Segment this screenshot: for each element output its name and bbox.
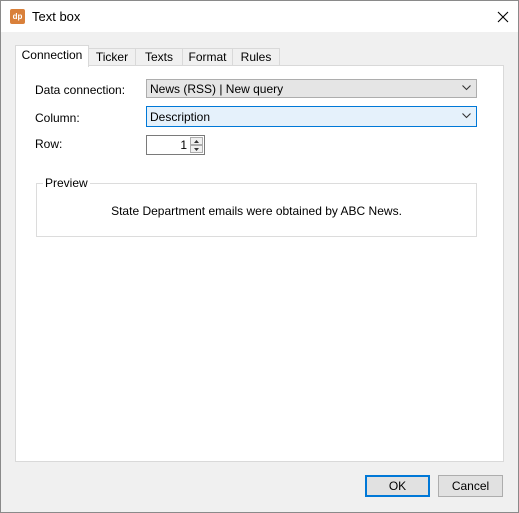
caret-up-icon bbox=[194, 139, 199, 143]
row-stepper[interactable]: 1 bbox=[146, 135, 205, 155]
close-button[interactable] bbox=[488, 1, 518, 32]
caret-down-icon bbox=[194, 147, 199, 151]
data-connection-label: Data connection: bbox=[35, 83, 126, 97]
preview-text: State Department emails were obtained by… bbox=[111, 204, 402, 218]
preview-group: Preview State Department emails were obt… bbox=[36, 176, 477, 237]
tab-format[interactable]: Format bbox=[182, 48, 233, 66]
cancel-button[interactable]: Cancel bbox=[438, 475, 503, 497]
stepper-buttons bbox=[190, 137, 203, 153]
title-bar[interactable]: dp Text box bbox=[1, 1, 518, 32]
data-connection-select[interactable]: News (RSS) | New query bbox=[146, 79, 477, 98]
column-value: Description bbox=[150, 110, 211, 124]
row-value[interactable]: 1 bbox=[180, 138, 187, 152]
column-label: Column: bbox=[35, 111, 80, 125]
column-select[interactable]: Description bbox=[146, 106, 477, 127]
chevron-down-icon bbox=[462, 85, 471, 91]
tab-connection[interactable]: Connection bbox=[15, 45, 89, 67]
tab-texts[interactable]: Texts bbox=[135, 48, 183, 66]
data-connection-value: News (RSS) | New query bbox=[150, 82, 284, 96]
window-title: Text box bbox=[32, 9, 81, 24]
tab-ticker[interactable]: Ticker bbox=[88, 48, 136, 66]
text-box-dialog: dp Text box Connection Ticker Texts Form… bbox=[0, 0, 519, 513]
preview-legend: Preview bbox=[43, 176, 90, 190]
app-logo-icon: dp bbox=[10, 9, 25, 24]
chevron-down-icon bbox=[462, 113, 471, 119]
row-label: Row: bbox=[35, 137, 63, 151]
stepper-down-button[interactable] bbox=[190, 145, 203, 153]
connection-panel: Data connection: News (RSS) | New query … bbox=[15, 65, 504, 462]
ok-button[interactable]: OK bbox=[365, 475, 430, 497]
tab-rules[interactable]: Rules bbox=[232, 48, 280, 66]
stepper-up-button[interactable] bbox=[190, 137, 203, 145]
close-icon bbox=[497, 11, 509, 22]
